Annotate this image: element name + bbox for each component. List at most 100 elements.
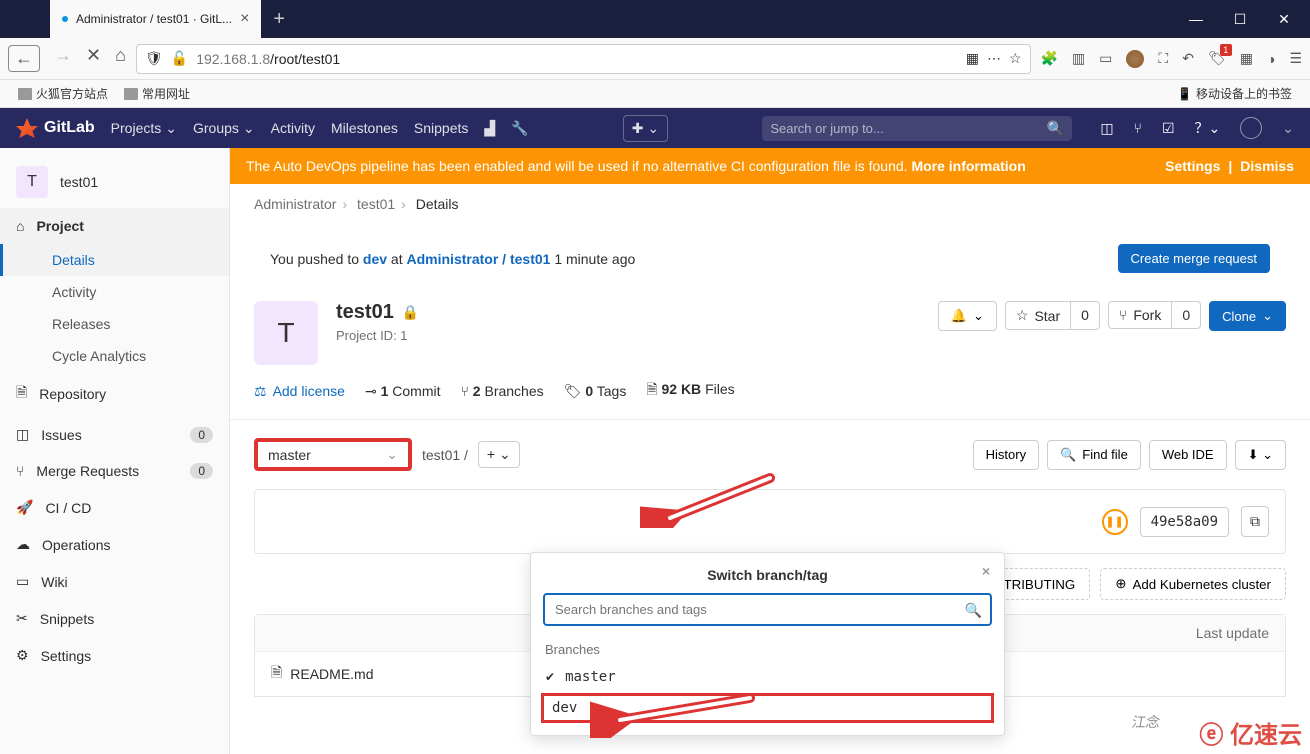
tags-stat[interactable]: 🏷 0 Tags (564, 383, 627, 400)
push-branch-link[interactable]: dev (363, 251, 387, 267)
qr-icon[interactable]: ▦ (966, 50, 979, 67)
nav-activity[interactable]: Activity (271, 120, 315, 136)
find-file-button[interactable]: 🔍 Find file (1047, 440, 1141, 470)
file-icon: 🗎 (271, 662, 282, 686)
add-k8s-button[interactable]: ⊕ Add Kubernetes cluster (1100, 568, 1286, 600)
home-icon[interactable]: ⌂ (115, 45, 126, 72)
gitlab-logo[interactable]: GitLab (16, 118, 95, 138)
profile-avatar-icon[interactable] (1126, 50, 1144, 68)
forward-icon[interactable]: → (54, 45, 72, 72)
bookmark-star-icon[interactable]: ☆ (1009, 50, 1022, 67)
search-icon[interactable]: 🔍 (1047, 120, 1064, 137)
user-avatar[interactable] (1240, 117, 1262, 139)
nav-projects[interactable]: Projects ⌄ (111, 120, 177, 137)
cloud-icon: ☁ (16, 536, 30, 553)
commit-sha[interactable]: 49e58a09 (1140, 507, 1229, 537)
bookmark-folder[interactable]: 火狐官方站点 (18, 85, 108, 102)
dropdown-title: Switch branch/tag× (531, 563, 1004, 593)
stop-icon[interactable]: ✕ (86, 45, 101, 72)
create-mr-button[interactable]: Create merge request (1118, 244, 1270, 273)
sidebar-item-issues[interactable]: ◫Issues0 (0, 416, 229, 453)
close-tab-icon[interactable]: × (240, 10, 249, 28)
new-tab-button[interactable]: + (261, 0, 297, 38)
push-project-link[interactable]: Administrator / test01 (407, 251, 551, 267)
wrench-icon[interactable]: 🔧 (511, 120, 528, 137)
sidebar-item-mrs[interactable]: ⑂Merge Requests0 (0, 453, 229, 489)
webide-button[interactable]: Web IDE (1149, 440, 1227, 470)
library-icon[interactable]: ▥ (1072, 50, 1085, 67)
sidebar-item-project[interactable]: ⌂Project (0, 208, 229, 244)
sidebar-item-wiki[interactable]: ▭Wiki (0, 563, 229, 600)
branch-select[interactable]: master⌄ (254, 438, 412, 471)
copy-sha-button[interactable]: ⧉ (1241, 506, 1269, 537)
path-crumb[interactable]: test01 / (422, 447, 468, 463)
dropdown-section-label: Branches (531, 636, 1004, 663)
notification-icon[interactable]: 🏷 (1208, 50, 1226, 67)
nav-snippets[interactable]: Snippets (414, 120, 468, 136)
plus-dropdown[interactable]: ✚ ⌄ (623, 115, 668, 142)
branch-option-dev[interactable]: dev (541, 693, 994, 723)
project-avatar-large: T (254, 301, 318, 365)
banner-dismiss-link[interactable]: Dismiss (1240, 158, 1294, 174)
crumb-project[interactable]: test01 (357, 196, 395, 212)
menu-icon[interactable]: ☰ (1289, 50, 1302, 67)
star-button[interactable]: ☆ Star0 (1005, 301, 1100, 330)
reader-icon[interactable]: ▭ (1099, 50, 1112, 67)
clone-button[interactable]: Clone ⌄ (1209, 301, 1286, 331)
watermark-text: 江念 (1130, 712, 1162, 732)
sidebar-sub-activity[interactable]: Activity (0, 276, 229, 308)
sidebar-item-settings[interactable]: ⚙Settings (0, 637, 229, 674)
address-bar[interactable]: 🛡 🔓 192.168.1.8/root/test01 ▦ ⋯ ☆ (136, 44, 1031, 74)
add-file-button[interactable]: + ⌄ (478, 441, 520, 468)
fork-button[interactable]: ⑂ Fork0 (1108, 301, 1201, 329)
close-icon[interactable]: × (982, 563, 990, 579)
mobile-bookmarks[interactable]: 📱移动设备上的书签 (1177, 85, 1292, 102)
crop-icon[interactable]: ⛶ (1158, 50, 1168, 67)
search-input[interactable] (770, 121, 1039, 136)
nav-milestones[interactable]: Milestones (331, 120, 398, 136)
more-icon[interactable]: ⋯ (987, 50, 1001, 67)
browser-tab[interactable]: Administrator / test01 · GitL... × (50, 0, 261, 38)
branch-search-input[interactable] (543, 593, 992, 626)
shield-icon[interactable]: 🛡 (145, 50, 163, 67)
download-button[interactable]: ⬇ ⌄ (1235, 440, 1286, 470)
sidebar-sub-cycle[interactable]: Cycle Analytics (0, 340, 229, 372)
sidebar-item-operations[interactable]: ☁Operations (0, 526, 229, 563)
todos-icon[interactable]: ☑ (1162, 120, 1175, 137)
commits-stat[interactable]: ⊸ 1 Commit (365, 383, 441, 400)
nav-groups[interactable]: Groups ⌄ (193, 120, 255, 137)
chevron-down-icon: ⌄ (386, 446, 398, 463)
mr-icon[interactable]: ⑂ (1134, 120, 1142, 136)
chart-icon[interactable]: ▟ (484, 120, 495, 137)
search-icon[interactable]: 🔍 (965, 602, 982, 619)
more-info-link[interactable]: More information (911, 158, 1025, 174)
issues-icon[interactable]: ◫ (1100, 120, 1113, 137)
branch-option-master[interactable]: master (531, 663, 1004, 691)
shield2-icon[interactable]: ◑ (1267, 51, 1275, 67)
sidebar-item-cicd[interactable]: 🚀CI / CD (0, 489, 229, 526)
maximize-icon[interactable]: ☐ (1232, 11, 1248, 27)
gitlab-search[interactable]: 🔍 (762, 116, 1072, 141)
crumb-admin[interactable]: Administrator (254, 196, 336, 212)
devops-banner: The Auto DevOps pipeline has been enable… (230, 148, 1310, 184)
notification-button[interactable]: 🔔 ⌄ (938, 301, 997, 331)
back-icon[interactable]: ← (8, 45, 40, 72)
bookmark-folder[interactable]: 常用网址 (124, 85, 190, 102)
apps-icon[interactable]: ▦ (1240, 50, 1253, 67)
pipeline-pending-icon[interactable]: ❚❚ (1102, 509, 1128, 535)
sidebar-item-snippets[interactable]: ✂Snippets (0, 600, 229, 637)
sidebar-sub-details[interactable]: Details (0, 244, 229, 276)
add-license-link[interactable]: ⚖ Add license (254, 383, 345, 400)
sidebar-sub-releases[interactable]: Releases (0, 308, 229, 340)
undo-icon[interactable]: ↶ (1182, 50, 1194, 67)
extensions-icon[interactable]: 🧩 (1041, 50, 1058, 67)
files-stat[interactable]: 🗎 92 KB Files (646, 379, 734, 403)
history-button[interactable]: History (973, 440, 1039, 470)
sidebar-project[interactable]: T test01 (0, 156, 229, 208)
branches-stat[interactable]: ⑂ 2 Branches (461, 383, 544, 399)
close-window-icon[interactable]: ✕ (1276, 11, 1292, 27)
help-icon[interactable]: ？⌄ (1195, 118, 1221, 138)
sidebar-item-repository[interactable]: 🗎Repository (0, 372, 229, 416)
banner-settings-link[interactable]: Settings (1165, 158, 1220, 174)
minimize-icon[interactable]: — (1188, 11, 1204, 27)
